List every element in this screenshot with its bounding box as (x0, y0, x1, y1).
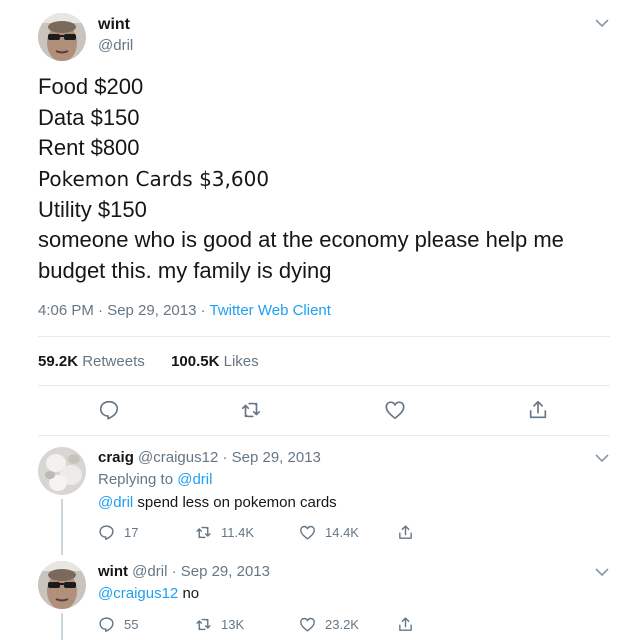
tweet-line: Pokemon Cards $3,600 (38, 167, 270, 192)
mention-link[interactable]: @craigus12 (98, 585, 178, 602)
avatar[interactable] (38, 561, 86, 609)
retweet-icon[interactable] (240, 399, 262, 421)
reply-icon[interactable] (98, 399, 120, 421)
share-icon[interactable] (397, 614, 423, 634)
client-link[interactable]: Twitter Web Client (210, 302, 331, 319)
tweet-line: Utility $150 (38, 196, 147, 222)
divider (38, 336, 610, 337)
mention-link[interactable]: @dril (177, 471, 212, 488)
tweet-line: someone who is good at the economy pleas… (38, 227, 564, 253)
tweet-line: Data $150 (38, 104, 140, 130)
divider (38, 385, 610, 386)
author-handle-date[interactable]: @craigus12 · Sep 29, 2013 (138, 449, 321, 466)
reply-count: 55 (124, 616, 139, 632)
reply-header[interactable]: craig @craigus12 · Sep 29, 2013 (98, 449, 321, 466)
retweet-count: 13K (221, 616, 245, 632)
avatar[interactable] (38, 447, 86, 495)
author-name[interactable]: wint (98, 563, 128, 580)
reply-text: @dril spend less on pokemon cards (98, 494, 337, 511)
chevron-down-icon[interactable] (595, 18, 609, 28)
like-count: 23.2K (325, 616, 359, 632)
like-count: 14.4K (325, 524, 359, 540)
timestamp[interactable]: 4:06 PM · Sep 29, 2013 · (38, 302, 210, 319)
share-icon[interactable] (397, 522, 423, 542)
chevron-down-icon[interactable] (595, 453, 609, 463)
reply-button[interactable]: 17 (98, 522, 138, 542)
mention-link[interactable]: @dril (98, 494, 133, 511)
reply-header[interactable]: wint @dril · Sep 29, 2013 (98, 563, 270, 580)
tweet-line: Food $200 (38, 74, 144, 99)
divider (38, 435, 610, 436)
author-handle[interactable]: @dril (98, 37, 133, 54)
thread-line (61, 613, 63, 640)
tweet-text: Food $200 Data $150 Rent $800 Pokemon Ca… (38, 72, 564, 287)
tweet-line: budget this. my family is dying (38, 258, 332, 284)
author-handle-date[interactable]: @dril · Sep 29, 2013 (132, 563, 270, 580)
retweets-stat[interactable]: 59.2K Retweets (38, 353, 145, 370)
tweet-meta: 4:06 PM · Sep 29, 2013 · Twitter Web Cli… (38, 302, 331, 319)
reply-count: 17 (124, 524, 139, 540)
share-icon[interactable] (527, 399, 549, 421)
author-name[interactable]: craig (98, 449, 134, 466)
retweet-count: 11.4K (221, 524, 255, 540)
reply-text: @craigus12 no (98, 585, 200, 602)
like-button[interactable]: 23.2K (299, 614, 359, 634)
chevron-down-icon[interactable] (595, 567, 609, 577)
like-icon[interactable] (384, 399, 406, 421)
author-name[interactable]: wint (98, 16, 130, 34)
tweet-line: Rent $800 (38, 135, 140, 161)
like-button[interactable]: 14.4K (299, 522, 359, 542)
thread-line (61, 499, 63, 555)
likes-stat[interactable]: 100.5K Likes (171, 353, 259, 370)
avatar[interactable] (38, 13, 86, 61)
tweet-stats: 59.2K Retweets 100.5K Likes (38, 353, 259, 370)
replying-to: Replying to @dril (98, 471, 213, 488)
retweet-button[interactable]: 11.4K (195, 522, 254, 542)
reply-button[interactable]: 55 (98, 614, 138, 634)
retweet-button[interactable]: 13K (195, 614, 244, 634)
